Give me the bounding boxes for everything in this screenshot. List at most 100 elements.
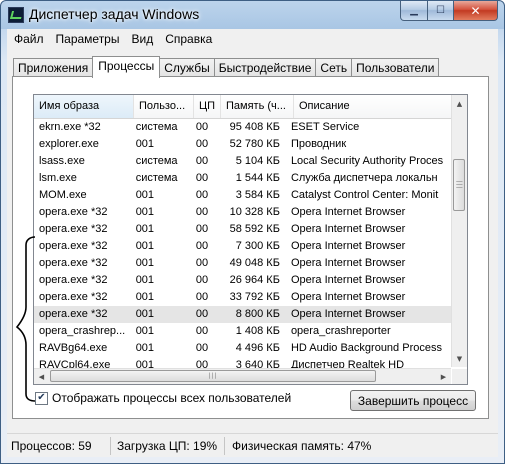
table-row[interactable]: lsm.exe система 00 1 544 КБ Служба диспетчер… [34, 170, 452, 187]
cpu-cell: 00 [195, 206, 209, 218]
show-all-users-option[interactable]: ✔ Отображать процессы всех пользователей [35, 391, 291, 405]
scroll-right-icon[interactable]: ▶ [437, 369, 450, 384]
user-cell: система [135, 121, 178, 133]
status-bar: Процессов: 59 Загрузка ЦП: 19% Физическа… [7, 433, 498, 458]
process-name-cell: opera.exe *32 [39, 308, 108, 320]
memory-cell: 7 300 КБ [235, 240, 280, 252]
maximize-button[interactable]: ☐ [428, 1, 454, 21]
user-cell: 001 [135, 223, 155, 235]
process-name-cell: ekrn.exe *32 [39, 121, 101, 133]
cpu-cell: 00 [195, 257, 209, 269]
menu-bar: Файл Параметры Вид Справка [7, 29, 498, 49]
cpu-cell: 00 [195, 274, 209, 286]
table-row[interactable]: opera.exe *32 001 00 33 792 КБ Opera Interne… [34, 289, 452, 306]
process-name-cell: opera.exe *32 [39, 274, 108, 286]
end-process-button[interactable]: Завершить процесс [350, 390, 476, 411]
memory-cell: 95 408 КБ [229, 121, 280, 133]
scroll-up-icon[interactable]: ▲ [454, 96, 465, 111]
table-row[interactable]: ekrn.exe *32 система 00 95 408 КБ ESET Servi… [34, 119, 452, 136]
process-name-cell: opera.exe *32 [39, 240, 108, 252]
memory-cell: 10 328 КБ [229, 206, 280, 218]
title-bar[interactable]: Диспетчер задач Windows ▁ ☐ ✕ [1, 1, 504, 29]
user-cell: система [135, 172, 178, 184]
window-title: Диспетчер задач Windows [29, 6, 200, 22]
table-row[interactable]: opera.exe *32 001 00 58 592 КБ Opera Interne… [34, 221, 452, 238]
scroll-left-icon[interactable]: ◀ [35, 369, 48, 384]
table-row[interactable]: RAVBg64.exe 001 00 4 496 КБ HD Audio Backgro… [34, 340, 452, 357]
process-list[interactable]: Имя образа Пользо... ЦП Память (ч... Опи… [33, 94, 468, 385]
tab-users[interactable]: Пользователи [351, 58, 440, 77]
table-row[interactable]: opera.exe *32 001 00 7 300 КБ Opera Internet… [34, 238, 452, 255]
cpu-cell: 00 [195, 138, 209, 150]
table-row[interactable]: MOM.exe 001 00 3 584 КБ Catalyst Control Cen… [34, 187, 452, 204]
tab-strip: Приложения Процессы Службы Быстродействи… [13, 56, 440, 78]
user-cell: 001 [135, 240, 155, 252]
caption-buttons: ▁ ☐ ✕ [400, 1, 498, 21]
vertical-scroll-thumb[interactable]: ||| [453, 159, 465, 211]
column-user[interactable]: Пользо... [134, 95, 194, 118]
close-button[interactable]: ✕ [454, 1, 498, 21]
description-cell: Local Security Authority Proces [290, 155, 444, 167]
menu-help[interactable]: Справка [160, 32, 217, 46]
tab-performance[interactable]: Быстродействие [213, 58, 317, 77]
show-all-users-label[interactable]: Отображать процессы всех пользователей [52, 391, 291, 405]
column-description[interactable]: Описание [294, 95, 466, 118]
processes-panel: Имя образа Пользо... ЦП Память (ч... Опи… [12, 76, 489, 419]
table-row[interactable]: opera.exe *32 001 00 49 048 КБ Opera Interne… [34, 255, 452, 272]
user-cell: 001 [135, 189, 155, 201]
description-cell: Catalyst Control Center: Monit [290, 189, 439, 201]
process-rows: ekrn.exe *32 система 00 95 408 КБ ESET Servi… [34, 119, 452, 374]
show-all-users-checkbox[interactable]: ✔ [35, 391, 48, 405]
tab-networking[interactable]: Сеть [315, 58, 353, 77]
tab-applications[interactable]: Приложения [13, 58, 94, 77]
status-cpu: Загрузка ЦП: 19% [111, 437, 225, 455]
user-cell: 001 [135, 325, 155, 337]
table-row[interactable]: opera.exe *32 001 00 26 964 КБ Opera Interne… [34, 272, 452, 289]
tab-processes[interactable]: Процессы [92, 56, 161, 78]
description-cell: Opera Internet Browser [290, 206, 406, 218]
cpu-cell: 00 [195, 223, 209, 235]
memory-cell: 33 792 КБ [229, 291, 280, 303]
description-cell: Служба диспетчера локальн [290, 172, 438, 184]
description-cell: HD Audio Background Process [290, 342, 442, 354]
scroll-down-icon[interactable]: ▼ [454, 351, 465, 366]
task-manager-icon [8, 7, 24, 23]
menu-options[interactable]: Параметры [51, 32, 125, 46]
process-name-cell: opera.exe *32 [39, 257, 108, 269]
memory-cell: 1 408 КБ [235, 325, 280, 337]
minimize-button[interactable]: ▁ [400, 1, 428, 21]
column-cpu[interactable]: ЦП [194, 95, 221, 118]
description-cell: opera_crashreporter [290, 325, 391, 337]
menu-view[interactable]: Вид [126, 32, 158, 46]
table-row[interactable]: opera.exe *32 001 00 10 328 КБ Opera Interne… [34, 204, 452, 221]
column-memory[interactable]: Память (ч... [221, 95, 294, 118]
table-row[interactable]: opera_crashrep... 001 00 1 408 КБ opera_cras… [34, 323, 452, 340]
table-row[interactable]: opera.exe *32 001 00 8 800 КБ Opera Internet… [34, 306, 452, 323]
memory-cell: 52 780 КБ [229, 138, 280, 150]
grip-icon: ||| [208, 372, 218, 380]
process-name-cell: opera_crashrep... [39, 325, 126, 337]
user-cell: 001 [135, 308, 155, 320]
user-cell: 001 [135, 291, 155, 303]
table-row[interactable]: lsass.exe система 00 5 104 КБ Local Security… [34, 153, 452, 170]
process-name-cell: MOM.exe [39, 189, 87, 201]
column-image-name[interactable]: Имя образа [34, 95, 134, 118]
horizontal-scrollbar[interactable]: ◀ ||| ▶ [34, 368, 451, 384]
horizontal-scroll-thumb[interactable]: ||| [50, 370, 376, 382]
cpu-cell: 00 [195, 325, 209, 337]
memory-cell: 58 592 КБ [229, 223, 280, 235]
memory-cell: 5 104 КБ [235, 155, 280, 167]
process-name-cell: explorer.exe [39, 138, 99, 150]
user-cell: 001 [135, 257, 155, 269]
table-row[interactable]: explorer.exe 001 00 52 780 КБ Проводник [34, 136, 452, 153]
vertical-scrollbar[interactable]: ▲ ||| ▼ [451, 95, 467, 367]
scrollbar-corner [452, 369, 467, 384]
memory-cell: 1 544 КБ [235, 172, 280, 184]
menu-file[interactable]: Файл [9, 32, 49, 46]
cpu-cell: 00 [195, 291, 209, 303]
tab-services[interactable]: Службы [159, 58, 215, 77]
process-name-cell: opera.exe *32 [39, 291, 108, 303]
memory-cell: 8 800 КБ [235, 308, 280, 320]
description-cell: Opera Internet Browser [290, 308, 406, 320]
task-manager-window: Диспетчер задач Windows ▁ ☐ ✕ Файл Парам… [0, 0, 505, 464]
